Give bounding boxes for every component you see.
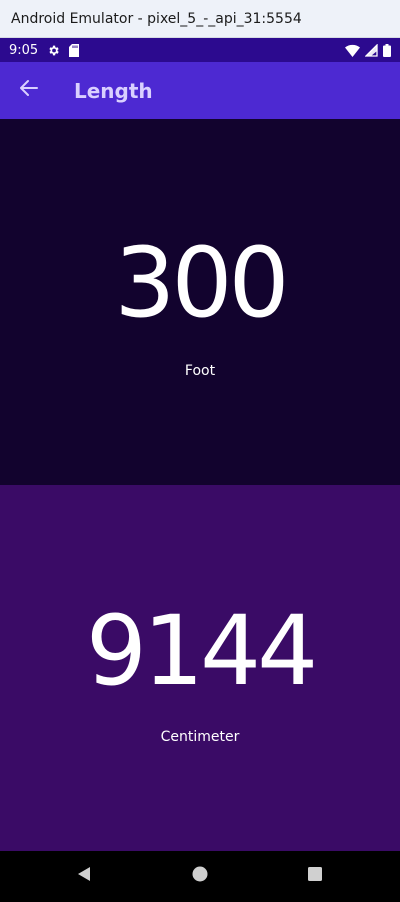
window-title: Android Emulator - pixel_5_-_api_31:5554 <box>11 10 302 27</box>
sd-card-icon <box>69 43 80 57</box>
cell-signal-icon <box>365 43 378 57</box>
device-screen: 9:05 Length 300 Foot 9144 Centimeter <box>0 38 400 902</box>
status-time: 9:05 <box>9 42 39 58</box>
nav-home-button[interactable] <box>180 851 220 902</box>
emulator-window-titlebar: Android Emulator - pixel_5_-_api_31:5554 <box>0 0 400 38</box>
arrow-left-icon <box>20 79 38 102</box>
source-unit-label[interactable]: Foot <box>185 363 215 379</box>
app-bar: Length <box>0 62 400 119</box>
source-value-panel[interactable]: 300 Foot <box>0 119 400 485</box>
back-triangle-icon <box>76 866 92 887</box>
target-value-panel[interactable]: 9144 Centimeter <box>0 485 400 851</box>
back-button[interactable] <box>0 62 58 119</box>
nav-back-button[interactable] <box>64 851 104 902</box>
page-title: Length <box>74 78 153 103</box>
recents-square-icon <box>308 867 322 886</box>
battery-icon <box>383 43 391 57</box>
system-nav-bar <box>0 851 400 902</box>
nav-recents-button[interactable] <box>295 851 335 902</box>
home-circle-icon <box>192 866 208 887</box>
status-bar: 9:05 <box>0 38 400 62</box>
target-value[interactable]: 9144 <box>86 603 318 699</box>
target-unit-label[interactable]: Centimeter <box>161 729 240 745</box>
source-value[interactable]: 300 <box>114 235 289 331</box>
wifi-icon <box>345 44 360 57</box>
gear-icon <box>47 44 60 57</box>
